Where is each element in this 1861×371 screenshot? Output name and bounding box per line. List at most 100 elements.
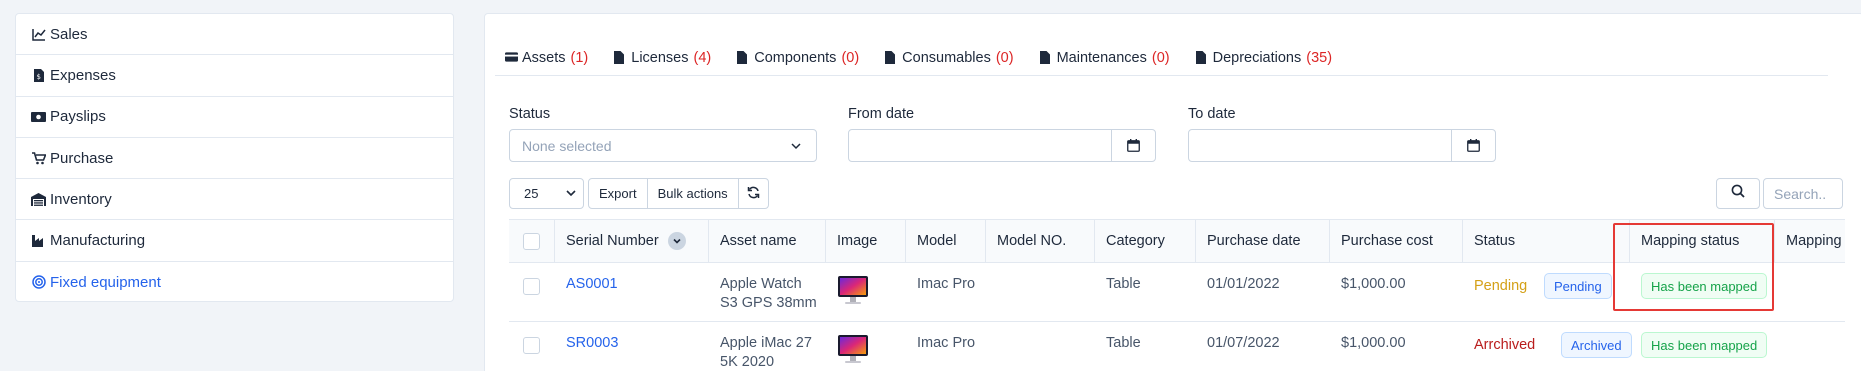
sidebar-item-label: Manufacturing — [50, 232, 146, 250]
column-header-label: Serial Number — [566, 233, 659, 249]
file-icon — [1195, 51, 1209, 65]
asset-name-cell: Apple iMac 27 5K 2020 — [720, 334, 812, 371]
tab-label: Licenses — [631, 50, 689, 66]
column-header-asset-name[interactable]: Asset name — [709, 220, 826, 262]
column-header-purchase-cost[interactable]: Purchase cost — [1330, 220, 1463, 262]
sidebar-item-label: Sales — [50, 25, 88, 43]
status-filter-label: Status — [509, 106, 551, 122]
industry-icon — [31, 233, 46, 248]
sidebar-item-expenses[interactable]: $ Expenses — [16, 55, 453, 97]
file-icon — [885, 51, 898, 65]
asset-name-cell: Apple Watch S3 GPS 38mm — [720, 275, 817, 313]
sidebar-item-fixed-equipment[interactable]: Fixed equipment — [16, 262, 453, 303]
select-all-checkbox[interactable] — [523, 232, 540, 250]
from-date-input[interactable] — [848, 129, 1156, 162]
category-cell: Table — [1106, 276, 1141, 292]
warehouse-icon — [31, 192, 46, 207]
table-toolbar: 25 Export Bulk actions — [509, 178, 769, 209]
status-select-placeholder: None selected — [522, 137, 612, 154]
tab-count: (0) — [995, 50, 1014, 66]
svg-text:$: $ — [36, 73, 40, 81]
column-header-serial-number[interactable]: Serial Number — [555, 220, 709, 262]
calendar-icon[interactable] — [1451, 130, 1495, 161]
tab-label: Maintenances — [1056, 50, 1147, 66]
calendar-icon[interactable] — [1111, 130, 1155, 161]
asset-name-line: S3 GPS 38mm — [720, 295, 817, 311]
model-cell: Imac Pro — [917, 335, 976, 351]
sidebar-item-label: Inventory — [50, 190, 112, 208]
purchase-date-cell: 01/01/2022 — [1207, 276, 1280, 292]
sidebar-item-manufacturing[interactable]: Manufacturing — [16, 220, 453, 262]
purchase-date-cell: 01/07/2022 — [1207, 335, 1280, 351]
tab-count: (0) — [841, 50, 860, 66]
sidebar-item-sales[interactable]: Sales — [16, 14, 453, 56]
status-badge: Pending — [1544, 273, 1612, 299]
to-date-input[interactable] — [1188, 129, 1496, 162]
file-invoice-icon: $ — [31, 68, 46, 83]
column-header-model[interactable]: Model — [906, 220, 986, 262]
asset-thumbnail[interactable] — [837, 275, 869, 304]
select-all-cell — [509, 220, 555, 262]
row-checkbox[interactable] — [523, 337, 540, 354]
sidebar-item-label: Fixed equipment — [50, 273, 161, 291]
column-header-purchase-date[interactable]: Purchase date — [1196, 220, 1330, 262]
chevron-down-icon — [790, 139, 802, 155]
tab-label: Components — [754, 50, 837, 66]
tab-label: Consumables — [902, 50, 991, 66]
sort-chevron-icon[interactable] — [667, 232, 686, 250]
search-icon — [1731, 184, 1745, 203]
column-header-image[interactable]: Image — [826, 220, 906, 262]
asset-thumbnail[interactable] — [837, 334, 869, 363]
tab-licenses[interactable]: Licenses (4) — [614, 50, 711, 66]
sidebar-item-label: Purchase — [50, 149, 114, 167]
cart-icon — [31, 151, 46, 166]
tab-assets[interactable]: Assets (1) — [505, 50, 588, 66]
target-icon — [31, 275, 46, 290]
sidebar-item-label: Expenses — [50, 66, 116, 84]
from-date-label: From date — [848, 106, 915, 122]
bulk-actions-button[interactable]: Bulk actions — [648, 179, 739, 208]
search-input[interactable]: Search.. — [1763, 178, 1843, 209]
asset-name-line: Apple iMac 27 — [720, 335, 812, 351]
column-header-model-no[interactable]: Model NO. — [986, 220, 1095, 262]
chevron-down-icon — [565, 187, 577, 202]
table-row[interactable]: SR0003 Apple iMac 27 5K 2020 Imac Pro Ta… — [509, 322, 1845, 371]
tab-count: (0) — [1151, 50, 1170, 66]
column-header-status[interactable]: Status — [1463, 220, 1630, 262]
search-button[interactable] — [1716, 178, 1760, 209]
tab-consumables[interactable]: Consumables (0) — [885, 50, 1014, 66]
page-size-select[interactable]: 25 — [509, 178, 584, 209]
asset-name-line: Apple Watch — [720, 276, 802, 292]
column-header-mapping[interactable]: Mapping — [1775, 220, 1845, 262]
status-text: Arrchived — [1474, 337, 1536, 353]
status-select[interactable]: None selected — [509, 129, 817, 162]
status-text: Pending — [1474, 278, 1528, 294]
row-checkbox[interactable] — [523, 278, 540, 295]
export-button[interactable]: Export — [589, 179, 648, 208]
file-icon — [737, 51, 750, 65]
tab-components[interactable]: Components (0) — [737, 50, 859, 66]
chart-line-icon — [31, 27, 46, 42]
page-size-value: 25 — [524, 186, 539, 201]
column-header-category[interactable]: Category — [1095, 220, 1196, 262]
tab-bar: Assets (1) Licenses (4) Components (0) C… — [505, 46, 1358, 70]
sidebar-item-inventory[interactable]: Inventory — [16, 179, 453, 221]
serial-number-link[interactable]: SR0003 — [566, 334, 618, 353]
credit-card-icon — [505, 51, 518, 65]
mapping-status-badge: Has been mapped — [1641, 332, 1768, 358]
money-bill-icon — [31, 109, 46, 124]
refresh-button[interactable] — [739, 179, 768, 208]
refresh-icon — [747, 186, 760, 202]
tab-depreciations[interactable]: Depreciations (35) — [1195, 50, 1333, 66]
tab-maintenances[interactable]: Maintenances (0) — [1039, 50, 1170, 66]
tab-label: Depreciations — [1212, 50, 1302, 66]
sidebar-item-payslips[interactable]: Payslips — [16, 97, 453, 138]
tab-divider — [495, 75, 1828, 76]
sidebar-item-label: Payslips — [50, 108, 106, 126]
sidebar-item-purchase[interactable]: Purchase — [16, 138, 453, 180]
category-cell: Table — [1106, 335, 1141, 351]
sidebar-menu: Sales $ Expenses Payslips Purchase Inven… — [15, 13, 454, 302]
tab-count: (35) — [1306, 50, 1333, 66]
status-badge: Archived — [1561, 332, 1632, 358]
serial-number-link[interactable]: AS0001 — [566, 275, 618, 294]
